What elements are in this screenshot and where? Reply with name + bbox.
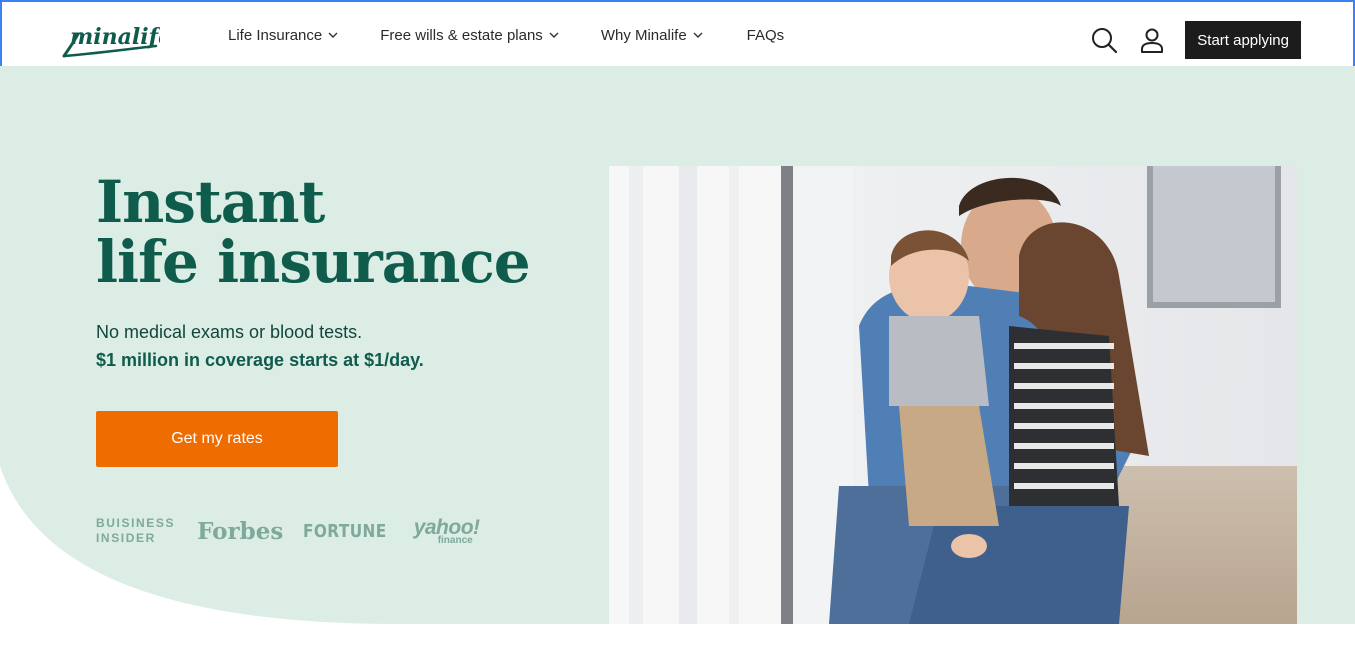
chevron-down-icon	[328, 32, 338, 38]
nav-item-faqs[interactable]: FAQs	[747, 27, 785, 44]
family-photo-illustration	[609, 166, 1297, 624]
nav-item-life-insurance[interactable]: Life Insurance	[228, 27, 338, 44]
hero-title-line2: life insurance	[96, 228, 531, 296]
yahoo-finance-logo: yahoo! finance	[413, 515, 480, 546]
nav-item-label: FAQs	[746, 26, 785, 44]
start-applying-button[interactable]: Start applying	[1185, 21, 1301, 59]
search-icon	[1092, 28, 1118, 54]
user-icon	[1141, 28, 1164, 53]
nav-item-why-minalife[interactable]: Why Minalife	[601, 27, 703, 44]
get-my-rates-button[interactable]: Get my rates	[96, 411, 338, 467]
forbes-logo: Forbes	[197, 517, 284, 545]
site-header: minalife Life Insurance Free wills & est…	[0, 0, 1355, 66]
page: minalife Life Insurance Free wills & est…	[0, 0, 1355, 660]
hero-title: Instant life insurance	[96, 168, 531, 296]
hero-subtitle: No medical exams or blood tests.	[96, 322, 363, 342]
nav-item-label: Life Insurance	[228, 26, 323, 44]
nav-item-free-wills[interactable]: Free wills & estate plans	[380, 27, 559, 44]
hero-family-photo	[609, 166, 1297, 624]
main-nav: Life Insurance Free wills & estate plans…	[228, 2, 826, 68]
hero-title-line1: Instant	[96, 168, 325, 236]
chevron-down-icon	[693, 32, 703, 38]
minalife-logo[interactable]: minalife	[60, 20, 160, 60]
business-insider-logo: BUISINESS INSIDER	[96, 516, 176, 545]
hero-highlight: $1 million in coverage starts at $1/day.	[96, 350, 424, 370]
nav-item-label: Why Minalife	[600, 26, 687, 44]
account-button[interactable]	[1137, 25, 1167, 55]
search-button[interactable]	[1089, 25, 1119, 55]
header-actions: Start applying	[1089, 21, 1301, 59]
chevron-down-icon	[549, 32, 559, 38]
nav-item-label: Free wills & estate plans	[380, 26, 543, 44]
fortune-logo: FORTUNE	[303, 520, 387, 542]
press-logos: BUISINESS INSIDER Forbes FORTUNE yahoo! …	[96, 516, 480, 546]
